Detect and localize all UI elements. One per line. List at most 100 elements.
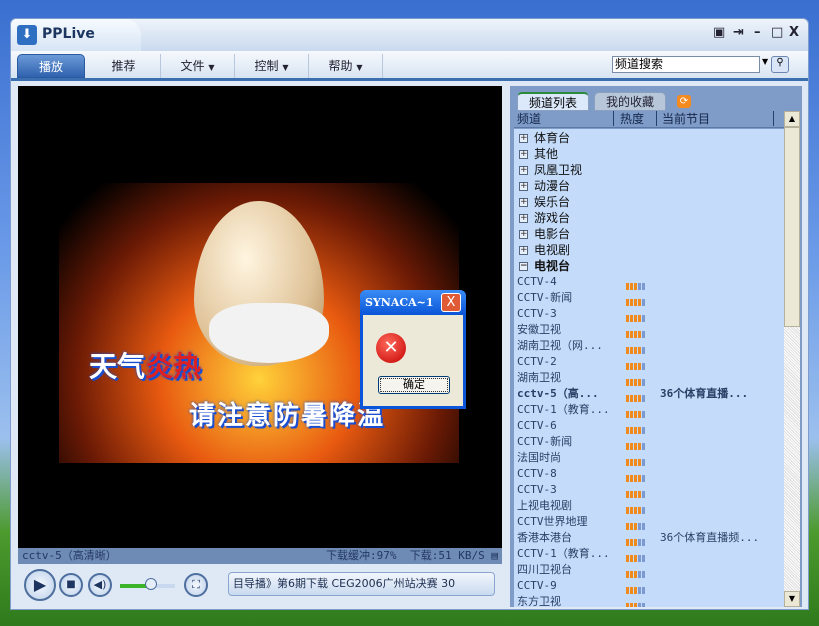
column-program[interactable]: 当前节目 [659,111,774,126]
channel-item[interactable]: CCTV-3 [514,482,784,498]
heat-bar [630,491,633,498]
heat-bar [626,411,629,418]
menu-control[interactable]: 控制 ▼ [235,54,309,78]
expand-icon[interactable]: + [519,134,528,143]
scroll-up-icon[interactable]: ▲ [784,111,800,127]
heat-indicator [626,279,646,290]
channel-item[interactable]: 四川卫视台 [514,562,784,578]
heat-indicator [626,519,646,530]
category-item[interactable]: − 电视台 [514,258,784,274]
heat-bar [634,475,637,482]
menu-file[interactable]: 文件 ▼ [161,54,235,78]
scroll-down-icon[interactable]: ▼ [784,591,800,607]
ok-button[interactable]: 确定 [378,376,450,394]
caption-text: 炎热 [145,350,202,383]
channel-name: CCTV-8 [517,467,557,480]
menu-recommend[interactable]: 推荐 [87,54,161,78]
expand-icon[interactable]: + [519,182,528,191]
fullscreen-button[interactable]: ⛶ [184,573,208,597]
heat-bar [626,603,629,607]
channel-item[interactable]: CCTV-8 [514,466,784,482]
category-item[interactable]: + 游戏台 [514,210,784,226]
title-bar[interactable]: ⬇ PPLive ▣ ⇥ – □ X [11,19,808,51]
heat-bar [638,411,641,418]
list-scrollbar[interactable]: ▲ ▼ [784,111,800,607]
expand-icon[interactable]: + [519,198,528,207]
category-item[interactable]: + 凤凰卫视 [514,162,784,178]
channel-search-input[interactable]: 频道搜索 [612,56,760,73]
heat-indicator [626,343,646,354]
channel-item[interactable]: 湖南卫视（网... [514,338,784,354]
details-icon[interactable]: ▤ [491,549,498,562]
heat-bar [630,443,633,450]
heat-bar [630,507,633,514]
heat-bar [638,283,641,290]
channel-item[interactable]: CCTV-新闻 [514,434,784,450]
expand-icon[interactable]: + [519,246,528,255]
error-icon: ✕ [376,333,406,363]
heat-bar [642,411,645,418]
channel-item[interactable]: 法国时尚 [514,450,784,466]
category-item[interactable]: + 其他 [514,146,784,162]
maximize-button[interactable]: □ [771,25,783,40]
channel-item[interactable]: 东方卫视 [514,594,784,607]
refresh-icon[interactable]: ⟳ [677,95,691,108]
category-item[interactable]: + 动漫台 [514,178,784,194]
program-marquee[interactable]: 目导播》第6期下载 CEG2006广州站决赛 30 [228,572,495,596]
category-item[interactable]: + 体育台 [514,130,784,146]
channel-item[interactable]: CCTV-2 [514,354,784,370]
channel-item[interactable]: CCTV-9 [514,578,784,594]
search-button[interactable]: ⚲ [771,56,789,73]
play-button[interactable]: ▶ [24,569,56,601]
close-button[interactable]: X [789,25,799,40]
collapse-icon[interactable]: − [519,262,528,271]
mini-mode-icon[interactable]: ▣ [713,25,725,40]
channel-item[interactable]: cctv-5（高... 36个体育直播... [514,386,784,402]
heat-bar [634,347,637,354]
channel-item[interactable]: CCTV-1（教育... [514,546,784,562]
heat-bar [638,427,641,434]
heat-bar [638,459,641,466]
channel-name: 上视电视剧 [517,499,572,512]
channel-item[interactable]: CCTV-新闻 [514,290,784,306]
scroll-thumb[interactable] [784,127,800,327]
channel-item[interactable]: CCTV-1（教育... [514,402,784,418]
column-channel[interactable]: 频道 [514,111,614,126]
stop-button[interactable]: ■ [59,573,83,597]
channel-item[interactable]: CCTV-3 [514,306,784,322]
expand-icon[interactable]: + [519,150,528,159]
speaker-icon: ◀) [93,578,107,591]
expand-icon[interactable]: + [519,230,528,239]
channel-item[interactable]: CCTV世界地理 [514,514,784,530]
channel-item[interactable]: CCTV-4 [514,274,784,290]
heat-bar [630,411,633,418]
channel-item[interactable]: CCTV-6 [514,418,784,434]
minimize-button[interactable]: – [754,25,761,40]
channel-name: 湖南卫视（网... [517,339,603,352]
heat-bar [630,475,633,482]
category-name: 动漫台 [534,179,571,193]
tab-favorites[interactable]: 我的收藏 [594,92,666,111]
category-item[interactable]: + 电视剧 [514,242,784,258]
channel-name: CCTV-6 [517,419,557,432]
menu-play[interactable]: 播放 [17,54,85,78]
pin-icon[interactable]: ⇥ [733,25,744,40]
channel-item[interactable]: 安徽卫视 [514,322,784,338]
column-heat[interactable]: 热度 [617,111,657,126]
search-dropdown-icon[interactable]: ▼ [762,57,768,66]
channel-item[interactable]: 湖南卫视 [514,370,784,386]
channel-item[interactable]: 上视电视剧 [514,498,784,514]
heat-indicator [626,503,646,514]
tab-channel-list[interactable]: 频道列表 [517,92,589,111]
volume-knob[interactable] [145,578,157,590]
heat-bar [638,555,641,562]
channel-item[interactable]: 香港本港台 36个体育直播频... [514,530,784,546]
dialog-close-button[interactable]: X [441,293,461,312]
expand-icon[interactable]: + [519,214,528,223]
expand-icon[interactable]: + [519,166,528,175]
category-item[interactable]: + 娱乐台 [514,194,784,210]
heat-indicator [626,535,646,546]
category-item[interactable]: + 电影台 [514,226,784,242]
mute-button[interactable]: ◀) [88,573,112,597]
menu-help[interactable]: 帮助 ▼ [309,54,383,78]
